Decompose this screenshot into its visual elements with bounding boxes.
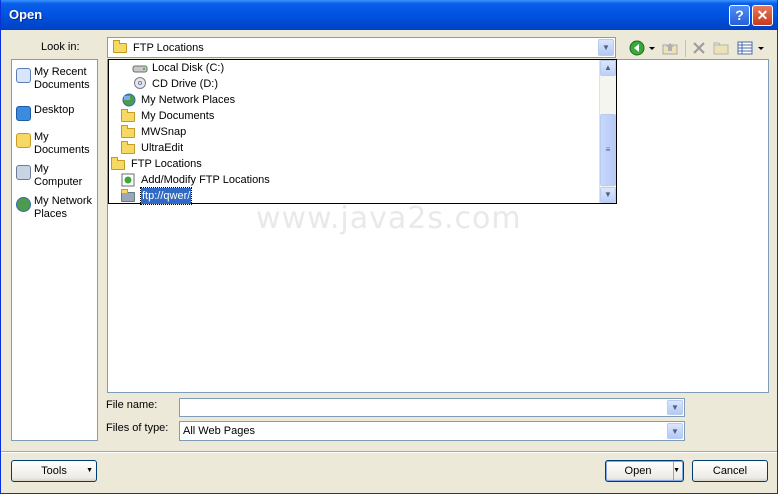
dropdown-item-label: UltraEdit	[141, 142, 184, 154]
folder-icon	[121, 125, 135, 138]
my-computer-icon	[16, 165, 31, 180]
chevron-down-icon[interactable]: ▼	[598, 39, 614, 56]
folder-icon	[121, 141, 135, 154]
place-my-network-places[interactable]: My Network Places	[13, 195, 97, 223]
views-icon[interactable]	[737, 40, 753, 56]
place-label: My Computer	[34, 163, 83, 188]
dropdown-item-label: My Documents	[141, 110, 215, 122]
place-my-documents[interactable]: My Documents	[13, 131, 97, 159]
tools-button[interactable]: Tools ▼	[11, 460, 97, 482]
dropdown-item-label: FTP Locations	[131, 158, 202, 170]
open-button[interactable]: Open ▼	[605, 460, 684, 482]
place-my-computer[interactable]: My Computer	[13, 163, 97, 191]
file-name-label: File name:	[106, 399, 158, 411]
scrollbar-thumb[interactable]: ≡	[600, 114, 616, 186]
cancel-button-label: Cancel	[712, 465, 748, 477]
look-in-dropdown-list[interactable]: Local Disk (C:) CD Drive (D:) My Network…	[108, 59, 617, 205]
dropdown-item-label: Local Disk (C:)	[152, 62, 225, 74]
network-places-icon	[122, 93, 136, 107]
place-desktop[interactable]: Desktop	[13, 104, 97, 121]
watermark-text: www.java2s.com	[256, 201, 522, 236]
desktop-icon	[16, 106, 31, 121]
look-in-combobox[interactable]: FTP Locations ▼	[107, 37, 616, 58]
dropdown-item-label: MWSnap	[141, 126, 187, 138]
local-disk-icon	[132, 65, 148, 73]
place-my-recent-documents[interactable]: My Recent Documents	[13, 66, 97, 94]
new-folder-icon[interactable]	[713, 40, 729, 56]
footer-separator	[1, 451, 777, 453]
place-label: My Recent Documents	[34, 66, 90, 91]
window-title: Open	[9, 7, 43, 22]
look-in-label: Look in:	[41, 41, 80, 53]
delete-icon[interactable]	[691, 40, 707, 56]
cancel-button[interactable]: Cancel	[692, 460, 768, 482]
my-documents-icon	[16, 133, 31, 148]
place-label: My Network Places	[34, 195, 93, 220]
views-dropdown-icon[interactable]	[757, 40, 766, 56]
scroll-up-arrow-icon[interactable]: ▲	[600, 60, 616, 76]
dropdown-item-label: CD Drive (D:)	[152, 78, 218, 90]
back-icon[interactable]	[629, 40, 645, 56]
help-button[interactable]: ?	[729, 5, 750, 26]
title-bar[interactable]: Open ? ✕	[1, 0, 777, 30]
look-in-value: FTP Locations	[133, 42, 204, 54]
place-label: Desktop	[34, 104, 75, 116]
toolbar-separator	[685, 40, 686, 57]
tools-dropdown-icon: ▼	[86, 467, 93, 474]
back-history-dropdown-icon[interactable]	[648, 40, 657, 56]
folder-icon	[111, 157, 125, 170]
file-name-input[interactable]: ▼	[179, 398, 685, 417]
open-dialog: Open ? ✕ Look in: FTP Locations ▼ My Rec…	[0, 0, 778, 494]
chevron-down-icon[interactable]: ▼	[667, 400, 683, 415]
open-dropdown-icon[interactable]: ▼	[673, 461, 680, 481]
places-bar: My Recent Documents Desktop My Documents…	[11, 59, 98, 441]
dropdown-item-label: ftp://qwer/	[139, 187, 193, 205]
network-places-icon	[16, 197, 31, 212]
file-type-select[interactable]: All Web Pages ▼	[179, 421, 685, 441]
folder-icon	[113, 40, 127, 53]
add-ftp-icon	[121, 173, 135, 187]
ftp-site-icon	[121, 189, 135, 202]
close-button[interactable]: ✕	[752, 5, 773, 26]
cd-drive-icon	[134, 77, 146, 89]
dropdown-item-label: My Network Places	[141, 94, 236, 106]
dropdown-scrollbar[interactable]: ▲ ≡ ▼	[599, 60, 616, 203]
recent-documents-icon	[16, 68, 31, 83]
dropdown-item-label: Add/Modify FTP Locations	[141, 174, 270, 186]
place-label: My Documents	[34, 131, 90, 156]
tools-button-label: Tools	[41, 465, 67, 477]
open-button-label: Open	[624, 465, 652, 477]
scroll-down-arrow-icon[interactable]: ▼	[600, 187, 616, 203]
file-type-label: Files of type:	[106, 422, 169, 434]
up-folder-icon[interactable]	[662, 40, 678, 56]
my-documents-icon	[121, 109, 135, 122]
file-type-value: All Web Pages	[183, 425, 255, 437]
chevron-down-icon[interactable]: ▼	[667, 423, 683, 439]
